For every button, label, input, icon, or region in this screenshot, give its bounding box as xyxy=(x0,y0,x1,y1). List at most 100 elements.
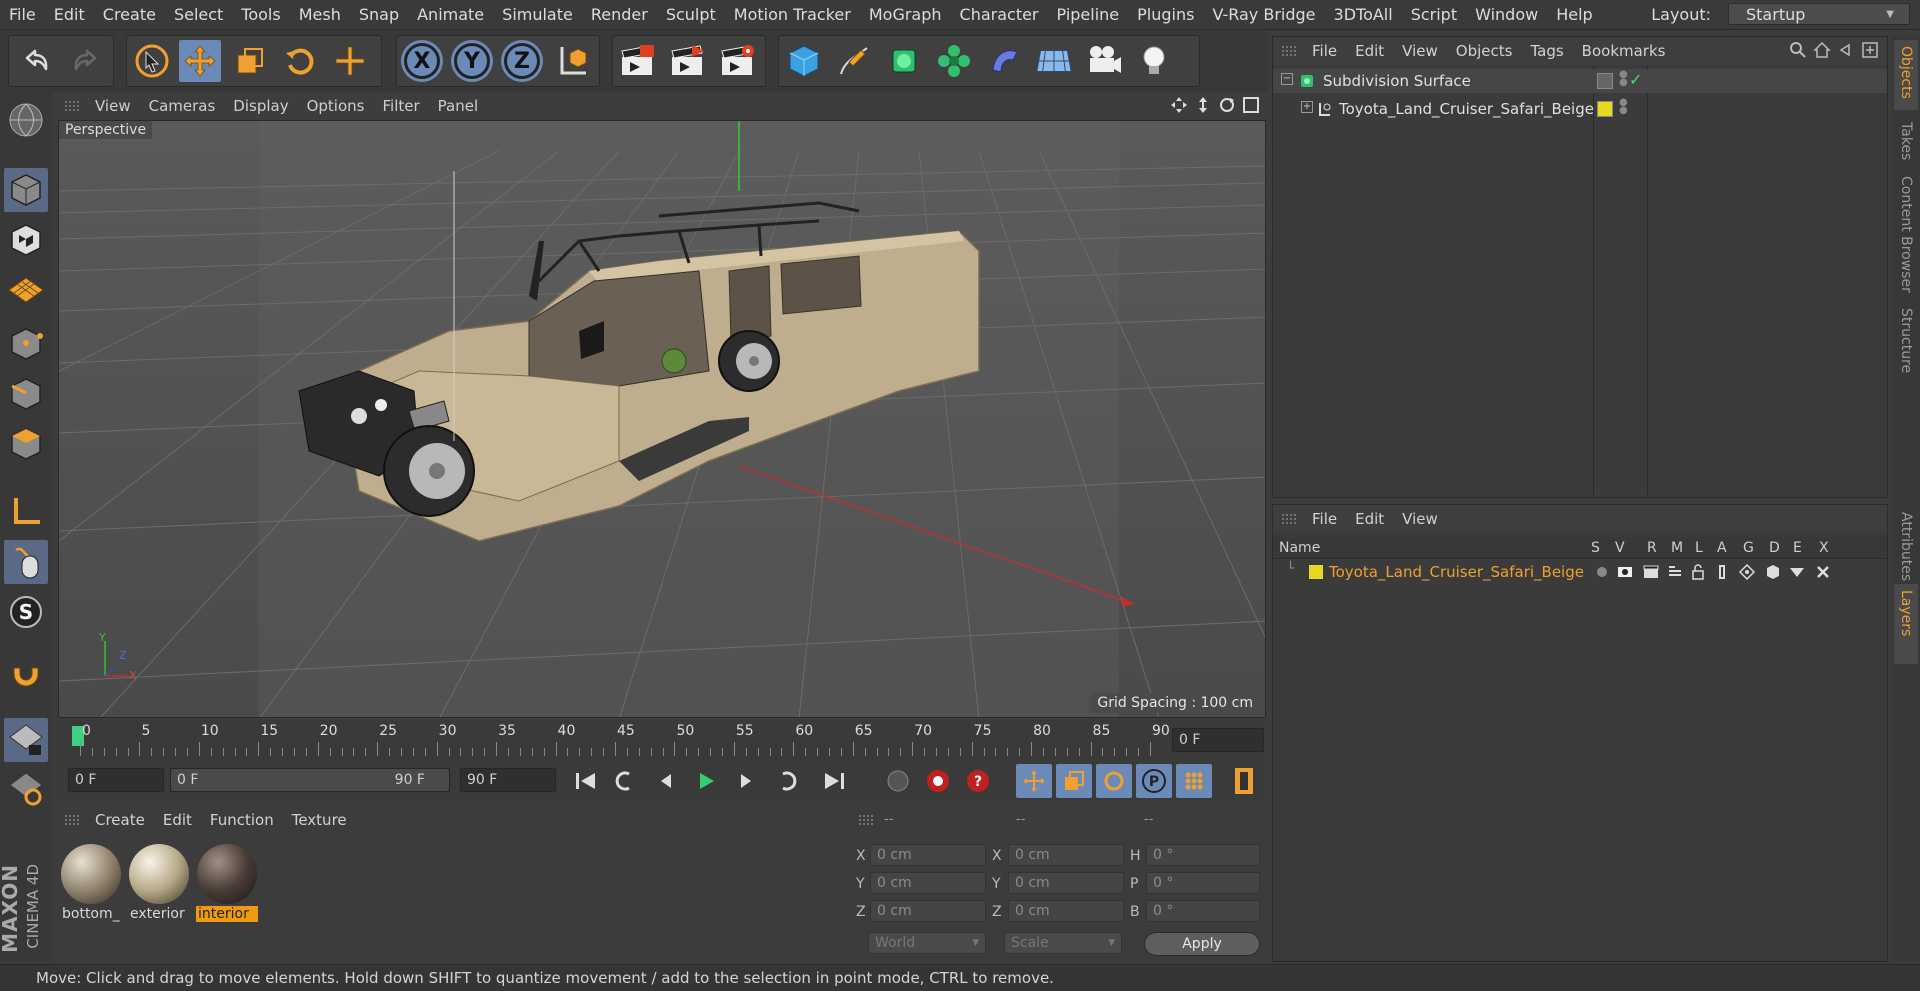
solo-toggle-icon[interactable] xyxy=(1597,567,1607,577)
menu-sculpt[interactable]: Sculpt xyxy=(657,5,725,24)
timeline[interactable]: 0 5 10 15 20 25 30 35 40 45 50 55 60 65 70 75 80 85 90 0 F xyxy=(56,720,1266,762)
pos-z-field[interactable]: 0 cm xyxy=(870,900,986,922)
x-axis-lock-button[interactable]: X xyxy=(401,40,443,82)
layer-menu-file[interactable]: File xyxy=(1303,510,1346,528)
size-x-field[interactable]: 0 cm xyxy=(1008,844,1124,866)
keyframe-selection-button[interactable]: ? xyxy=(960,764,996,798)
camera-button[interactable] xyxy=(1083,40,1125,82)
solo-button[interactable]: S xyxy=(4,590,48,634)
menu-plugins[interactable]: Plugins xyxy=(1128,5,1203,24)
manager-icon[interactable] xyxy=(1667,565,1683,579)
start-frame-field[interactable]: 0 F xyxy=(68,768,164,792)
col-solo-header[interactable]: S xyxy=(1591,540,1600,556)
layer-menu-edit[interactable]: Edit xyxy=(1346,510,1393,528)
rot-b-field[interactable]: 0 ° xyxy=(1146,900,1260,922)
object-menu-tags[interactable]: Tags xyxy=(1521,42,1572,60)
visibility-dots-icon[interactable]: ● ● xyxy=(1619,70,1628,88)
zoom-icon[interactable] xyxy=(1194,96,1212,114)
menu-select[interactable]: Select xyxy=(165,5,232,24)
autokey-button[interactable] xyxy=(920,764,956,798)
scale-tool-button[interactable] xyxy=(229,40,271,82)
col-deformers-header[interactable]: D xyxy=(1769,540,1780,556)
visibility-dots-icon[interactable]: ● ● xyxy=(1619,98,1628,116)
key-rotation-button[interactable] xyxy=(1096,764,1132,798)
viewport-menu-options[interactable]: Options xyxy=(298,97,374,115)
generator-icon[interactable] xyxy=(1739,564,1755,580)
pos-y-field[interactable]: 0 cm xyxy=(870,872,986,894)
search-icon[interactable] xyxy=(1789,41,1807,59)
record-keys-button[interactable] xyxy=(880,764,916,798)
expression-icon[interactable] xyxy=(1789,565,1805,579)
object-menu-view[interactable]: View xyxy=(1393,42,1447,60)
tab-layers[interactable]: Layers xyxy=(1894,584,1918,664)
rot-p-field[interactable]: 0 ° xyxy=(1146,872,1260,894)
size-z-field[interactable]: 0 cm xyxy=(1008,900,1124,922)
select-tool-button[interactable] xyxy=(131,40,173,82)
apply-button[interactable]: Apply xyxy=(1144,932,1260,956)
workplane-button[interactable] xyxy=(4,268,48,312)
new-window-icon[interactable] xyxy=(1861,41,1879,59)
cube-object-button[interactable] xyxy=(783,40,825,82)
xref-icon[interactable] xyxy=(1815,564,1831,580)
layer-color-swatch[interactable] xyxy=(1597,73,1613,89)
eye-icon[interactable] xyxy=(1617,565,1633,579)
layer-color-swatch[interactable] xyxy=(1597,101,1613,117)
menu-character[interactable]: Character xyxy=(951,5,1048,24)
object-row-vehicle[interactable]: + Toyota_Land_Cruiser_Safari_Beige ● ● xyxy=(1273,97,1887,121)
rotate-tool-button[interactable] xyxy=(279,40,321,82)
menu-window[interactable]: Window xyxy=(1466,5,1547,24)
play-button[interactable] xyxy=(688,764,724,798)
size-y-field[interactable]: 0 cm xyxy=(1008,872,1124,894)
layer-row[interactable]: └ Toyota_Land_Cruiser_Safari_Beige xyxy=(1273,561,1887,583)
material-swatch-exterior[interactable]: exterior xyxy=(128,842,190,922)
viewport-menu-display[interactable]: Display xyxy=(224,97,297,115)
current-frame-field[interactable]: 0 F xyxy=(1172,728,1264,752)
polygons-mode-button[interactable] xyxy=(4,422,48,466)
tab-objects[interactable]: Objects xyxy=(1894,40,1918,110)
menu-create[interactable]: Create xyxy=(94,5,165,24)
menu-motion-tracker[interactable]: Motion Tracker xyxy=(725,5,860,24)
points-mode-button[interactable] xyxy=(4,322,48,366)
menu-pipeline[interactable]: Pipeline xyxy=(1048,5,1129,24)
next-key-button[interactable] xyxy=(768,764,804,798)
rot-h-field[interactable]: 0 ° xyxy=(1146,844,1260,866)
layer-color-swatch[interactable] xyxy=(1309,565,1323,579)
locked-workplane-button[interactable] xyxy=(4,766,48,810)
menu-mograph[interactable]: MoGraph xyxy=(860,5,951,24)
col-locked-header[interactable]: L xyxy=(1695,540,1703,556)
make-editable-button[interactable] xyxy=(4,98,48,142)
menu-file[interactable]: File xyxy=(0,5,45,24)
menu-tools[interactable]: Tools xyxy=(232,5,289,24)
floor-button[interactable] xyxy=(1033,40,1075,82)
deformer-icon[interactable] xyxy=(1765,564,1781,580)
model-mode-button[interactable] xyxy=(4,168,48,212)
col-animation-header[interactable]: A xyxy=(1717,540,1727,556)
back-icon[interactable] xyxy=(1837,41,1855,59)
pos-x-field[interactable]: 0 cm xyxy=(870,844,986,866)
col-expressions-header[interactable]: E xyxy=(1793,540,1802,556)
orbit-icon[interactable] xyxy=(1218,96,1236,114)
perspective-viewport[interactable]: Perspective Grid Spacing : 100 cm Y Z X xyxy=(58,120,1266,718)
y-axis-lock-button[interactable]: Y xyxy=(451,40,493,82)
key-position-button[interactable] xyxy=(1016,764,1052,798)
last-tool-button[interactable] xyxy=(329,40,371,82)
animation-icon[interactable] xyxy=(1715,564,1729,580)
lock-icon[interactable] xyxy=(1691,564,1705,580)
menu-simulate[interactable]: Simulate xyxy=(493,5,582,24)
spline-pen-button[interactable] xyxy=(833,40,875,82)
subdivision-button[interactable] xyxy=(883,40,925,82)
viewport-menu-cameras[interactable]: Cameras xyxy=(140,97,225,115)
viewport-menu-view[interactable]: View xyxy=(86,97,140,115)
collapse-icon[interactable]: − xyxy=(1281,73,1293,85)
menu-edit[interactable]: Edit xyxy=(45,5,94,24)
pan-icon[interactable] xyxy=(1170,96,1188,114)
object-menu-objects[interactable]: Objects xyxy=(1447,42,1522,60)
expand-icon[interactable]: + xyxy=(1301,101,1313,113)
tab-structure[interactable]: Structure xyxy=(1894,302,1918,392)
object-menu-edit[interactable]: Edit xyxy=(1346,42,1393,60)
snap-button[interactable] xyxy=(4,652,48,696)
viewport-menu-filter[interactable]: Filter xyxy=(373,97,428,115)
material-menu-create[interactable]: Create xyxy=(86,811,154,829)
timeline-ruler[interactable]: 0 5 10 15 20 25 30 35 40 45 50 55 60 65 70 75 80 85 90 xyxy=(72,722,1172,758)
enabled-checkmark-icon[interactable]: ✓ xyxy=(1629,70,1642,89)
